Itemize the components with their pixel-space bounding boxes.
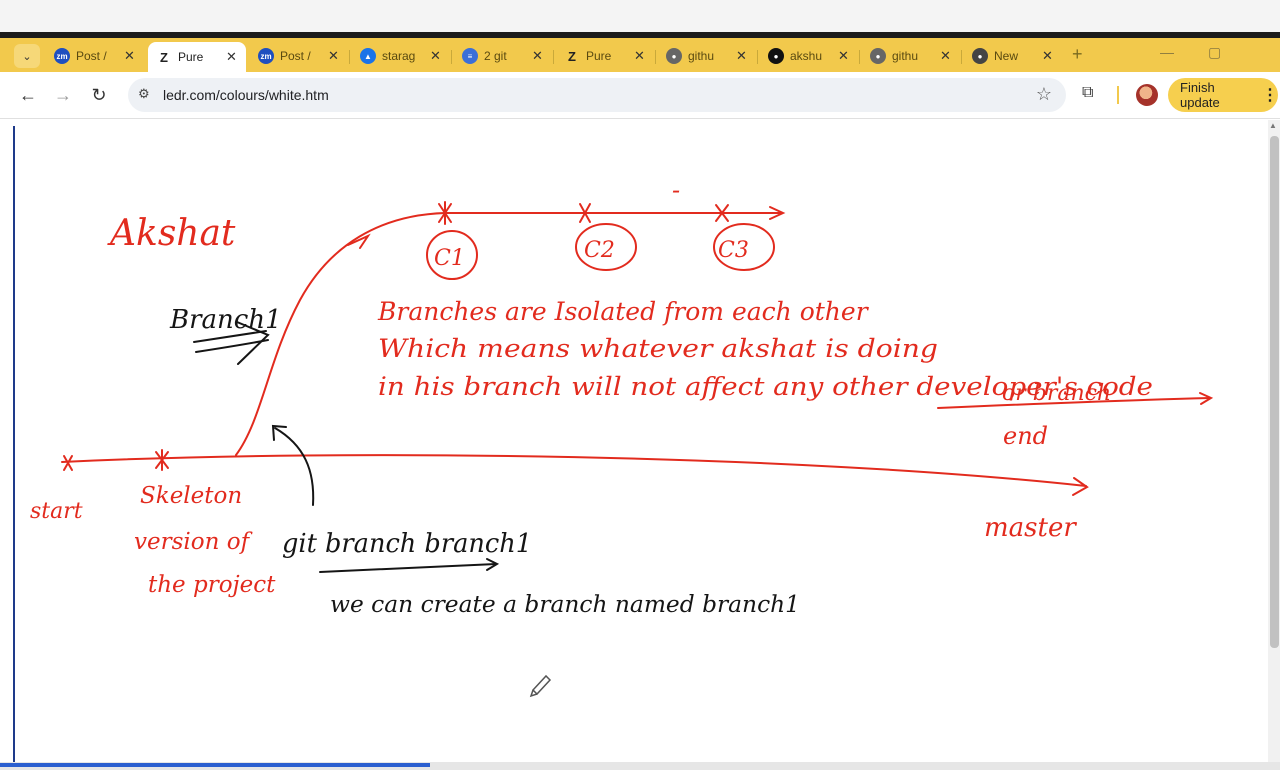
master-arrowhead (1072, 477, 1089, 496)
start-mark (63, 455, 73, 471)
branch-label: Branch1 (169, 305, 282, 335)
horizontal-scroll-indicator[interactable] (0, 763, 430, 767)
skeleton-line-1: Skeleton (140, 483, 242, 509)
commit-label-c2: C2 (584, 238, 615, 263)
pencil-cursor-icon (529, 674, 552, 698)
commit-label-c3: C3 (718, 238, 749, 263)
start-label: start (30, 499, 83, 524)
note-tail: or branch (1002, 381, 1111, 406)
master-line (61, 454, 1087, 487)
note-line-2: Which means whatever akshat is doing (378, 334, 938, 363)
command-underline (319, 563, 497, 573)
author-label: Akshat (107, 213, 236, 254)
git-command: git branch branch1 (282, 529, 532, 559)
command-description: we can create a branch named branch1 (330, 592, 800, 618)
skeleton-mark (155, 449, 169, 471)
commit-label-c1: C1 (434, 246, 465, 271)
master-label: master (984, 513, 1077, 543)
end-label: end (1003, 422, 1048, 450)
skeleton-line-2: version of (134, 529, 253, 555)
whiteboard-drawing: Akshat - Branch1 C1 C2 C3 Branches are I… (30, 176, 1214, 698)
dash-mark: - (672, 176, 680, 204)
skeleton-line-3: the project (148, 572, 276, 598)
pointer-arrow (274, 427, 315, 506)
note-line-1: Branches are Isolated from each other (377, 297, 870, 326)
